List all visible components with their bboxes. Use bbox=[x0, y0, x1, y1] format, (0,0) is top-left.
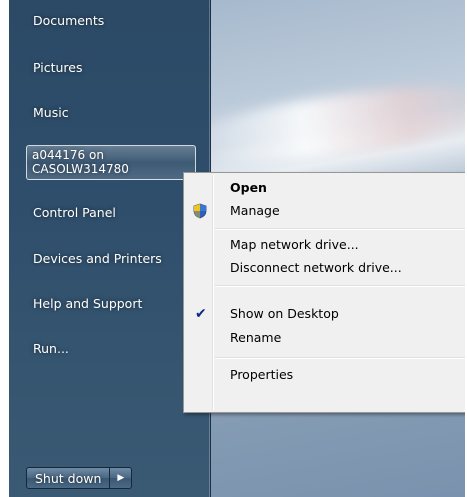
checkmark-icon: ✔ bbox=[195, 306, 207, 322]
menu-item-disconnect-network-drive-label: Disconnect network drive... bbox=[230, 260, 402, 275]
menu-item-open[interactable]: Open bbox=[186, 177, 465, 199]
menu-item-rename[interactable]: Rename bbox=[186, 327, 465, 349]
menu-item-manage-label: Manage bbox=[230, 203, 280, 218]
start-item-run[interactable]: Run... bbox=[33, 341, 69, 356]
screenshot-frame: Documents Pictures Music a044176 on CASO… bbox=[9, 0, 465, 497]
menu-item-show-on-desktop[interactable]: ✔ Show on Desktop bbox=[186, 303, 465, 325]
context-menu: Open Manage Map network drive... Disconn… bbox=[183, 172, 465, 413]
start-item-documents[interactable]: Documents bbox=[33, 13, 104, 28]
menu-separator bbox=[215, 285, 465, 286]
shutdown-button[interactable]: Shut down bbox=[26, 467, 111, 489]
menu-item-map-network-drive[interactable]: Map network drive... bbox=[186, 234, 465, 256]
menu-item-map-network-drive-label: Map network drive... bbox=[230, 237, 359, 252]
menu-item-disconnect-network-drive[interactable]: Disconnect network drive... bbox=[186, 257, 465, 279]
start-item-help-and-support[interactable]: Help and Support bbox=[33, 296, 142, 311]
shield-icon bbox=[193, 203, 207, 219]
start-menu-right-pane: Documents Pictures Music a044176 on CASO… bbox=[9, 0, 211, 497]
menu-item-show-on-desktop-label: Show on Desktop bbox=[230, 306, 339, 321]
menu-item-properties-label: Properties bbox=[230, 367, 294, 382]
start-item-music[interactable]: Music bbox=[33, 105, 69, 120]
menu-item-properties[interactable]: Properties bbox=[186, 364, 465, 386]
menu-item-rename-label: Rename bbox=[230, 330, 282, 345]
computer-label-line2: CASOLW314780 bbox=[32, 162, 129, 176]
start-item-control-panel[interactable]: Control Panel bbox=[33, 205, 116, 220]
menu-item-manage[interactable]: Manage bbox=[186, 200, 465, 222]
start-item-computer[interactable]: a044176 on CASOLW314780 bbox=[26, 145, 196, 180]
menu-separator bbox=[215, 228, 465, 229]
wallpaper-swoosh bbox=[166, 71, 465, 179]
start-item-devices-and-printers[interactable]: Devices and Printers bbox=[33, 251, 162, 266]
menu-separator bbox=[215, 357, 465, 358]
computer-label-line1: a044176 on bbox=[32, 148, 104, 162]
shutdown-group: Shut down ▶ bbox=[26, 467, 133, 489]
start-item-pictures[interactable]: Pictures bbox=[33, 60, 83, 75]
shutdown-options-arrow-icon[interactable]: ▶ bbox=[110, 467, 133, 489]
menu-item-open-label: Open bbox=[230, 180, 267, 195]
